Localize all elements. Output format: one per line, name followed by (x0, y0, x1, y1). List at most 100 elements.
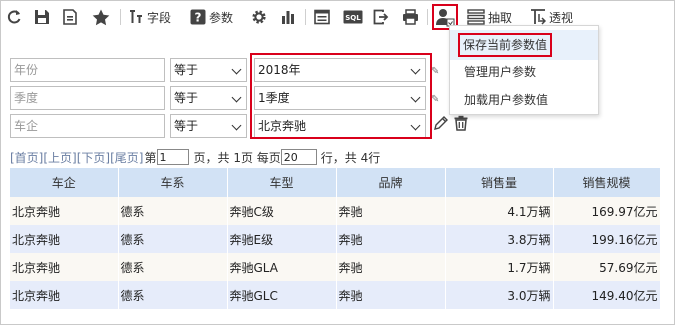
toolbar-separator (120, 9, 121, 25)
layout-button[interactable] (314, 6, 330, 28)
table-cell: 德系 (118, 253, 228, 281)
operator-value: 等于 (174, 119, 199, 133)
param-name-field[interactable]: 季度 (10, 86, 165, 110)
pivot-label: 透视 (549, 10, 574, 25)
field-button[interactable]: 字段 (128, 6, 171, 28)
table-row: 北京奔驰 德系 奔驰C级 奔驰 4.1万辆 169.97亿元 (10, 197, 661, 225)
sql-button[interactable]: SQL (343, 6, 363, 28)
table-cell: 57.69亿元 (553, 253, 661, 281)
param-name-field[interactable]: 年份 (10, 58, 165, 82)
save-as-button[interactable] (62, 6, 78, 28)
page-info-text: 页，共 1页 每页 (193, 150, 281, 165)
operator-value: 等于 (174, 91, 199, 105)
export-button[interactable] (373, 6, 389, 28)
table-cell: 169.97亿元 (553, 197, 661, 225)
field-icon (130, 10, 142, 23)
edit-button[interactable] (433, 115, 449, 134)
save-button[interactable] (34, 6, 50, 28)
table-cell: 奔驰E级 (227, 225, 337, 253)
data-table: 车企 车系 车型 品牌 销售量 销售规模 北京奔驰 德系 奔驰C级 奔驰 4.1… (10, 168, 661, 309)
chart-button[interactable] (280, 6, 296, 28)
star-icon (92, 9, 110, 25)
table-cell: 3.0万辆 (445, 281, 554, 309)
column-header[interactable]: 车企 (10, 168, 119, 197)
table-cell: 德系 (118, 225, 228, 253)
rows-per-page-input[interactable] (280, 149, 317, 165)
user-parameter-menu: 保存当前参数值 管理用户参数 加载用户参数值 (449, 25, 599, 115)
table-cell: 149.40亿元 (553, 281, 661, 309)
table-row: 北京奔驰 德系 奔驰E级 奔驰 3.8万辆 199.16亿元 (10, 225, 661, 253)
sql-icon: SQL (343, 10, 363, 24)
settings-button[interactable] (251, 6, 267, 28)
table-cell: 奔驰 (336, 197, 446, 225)
favorite-button[interactable] (92, 6, 110, 28)
operator-select[interactable]: 等于 (170, 114, 247, 138)
table-header-row: 车企 车系 车型 品牌 销售量 销售规模 (10, 168, 661, 197)
parameter-label: 参数 (209, 10, 234, 25)
save-as-icon (63, 9, 77, 25)
row-count-text: 行，共 4行 (320, 150, 381, 165)
table-cell: 199.16亿元 (553, 225, 661, 253)
last-page-link[interactable]: [尾页] (110, 149, 143, 166)
chevron-down-icon (231, 64, 242, 75)
menu-item-label: 加载用户参数值 (464, 93, 549, 107)
table-cell: 北京奔驰 (10, 225, 119, 253)
field-label: 字段 (147, 10, 172, 25)
pager: [首页] [上页] [下页] [尾页] 第 页，共 1页 每页 行，共 4行 (10, 149, 380, 165)
svg-text:SQL: SQL (345, 14, 361, 22)
table-cell: 奔驰C级 (227, 197, 337, 225)
table-cell: 北京奔驰 (10, 253, 119, 281)
operator-select[interactable]: 等于 (170, 86, 247, 110)
bar-chart-icon (282, 11, 294, 24)
table-row: 北京奔驰 德系 奔驰GLA 奔驰 1.7万辆 57.69亿元 (10, 253, 661, 281)
clipped-icon: ✎ (431, 66, 440, 77)
table-cell: 4.1万辆 (445, 197, 554, 225)
layout-icon (314, 9, 330, 25)
table-cell: 北京奔驰 (10, 197, 119, 225)
param-name-field[interactable]: 车企 (10, 114, 165, 138)
toolbar-separator (305, 9, 306, 25)
table-cell: 奔驰GLC (227, 281, 337, 309)
trash-icon (454, 115, 468, 131)
table-cell: 德系 (118, 197, 228, 225)
gear-icon (252, 10, 266, 24)
column-header[interactable]: 销售规模 (553, 168, 661, 197)
svg-text:?: ? (195, 11, 202, 25)
toolbar-separator (427, 9, 428, 25)
extract-label: 抽取 (488, 10, 513, 25)
table-cell: 3.8万辆 (445, 225, 554, 253)
pencil-icon (434, 116, 448, 130)
column-header[interactable]: 车型 (227, 168, 337, 197)
clipped-icon: ✎ (431, 94, 440, 105)
next-page-link[interactable]: [下页] (77, 149, 110, 166)
menu-item-save-parameters[interactable]: 保存当前参数值 (450, 30, 598, 60)
operator-select[interactable]: 等于 (170, 58, 247, 82)
extract-icon (467, 9, 485, 25)
operator-value: 等于 (174, 63, 199, 77)
print-button[interactable] (402, 6, 419, 28)
table-cell: 奔驰GLA (227, 253, 337, 281)
table-cell: 奔驰 (336, 225, 446, 253)
page-prefix: 第 (144, 150, 157, 165)
menu-item-manage-parameters[interactable]: 管理用户参数 (450, 57, 598, 87)
first-page-link[interactable]: [首页] (10, 149, 43, 166)
prev-page-link[interactable]: [上页] (43, 149, 76, 166)
table-cell: 北京奔驰 (10, 281, 119, 309)
help-icon: ? (190, 9, 206, 25)
delete-button[interactable] (453, 115, 469, 134)
menu-item-load-parameters[interactable]: 加载用户参数值 (450, 85, 598, 115)
table-cell: 奔驰 (336, 253, 446, 281)
column-header[interactable]: 车系 (118, 168, 228, 197)
table-row: 北京奔驰 德系 奔驰GLC 奔驰 3.0万辆 149.40亿元 (10, 281, 661, 309)
value-highlight-box (250, 53, 432, 139)
menu-item-label: 管理用户参数 (464, 65, 537, 79)
export-icon (373, 9, 389, 25)
page-number-input[interactable] (156, 149, 189, 165)
pivot-icon (531, 9, 546, 25)
parameter-button[interactable]: ? 参数 (190, 6, 233, 28)
column-header[interactable]: 品牌 (336, 168, 446, 197)
chevron-down-icon (231, 92, 242, 103)
refresh-button[interactable] (6, 6, 22, 28)
printer-icon (403, 9, 418, 25)
column-header[interactable]: 销售量 (445, 168, 554, 197)
